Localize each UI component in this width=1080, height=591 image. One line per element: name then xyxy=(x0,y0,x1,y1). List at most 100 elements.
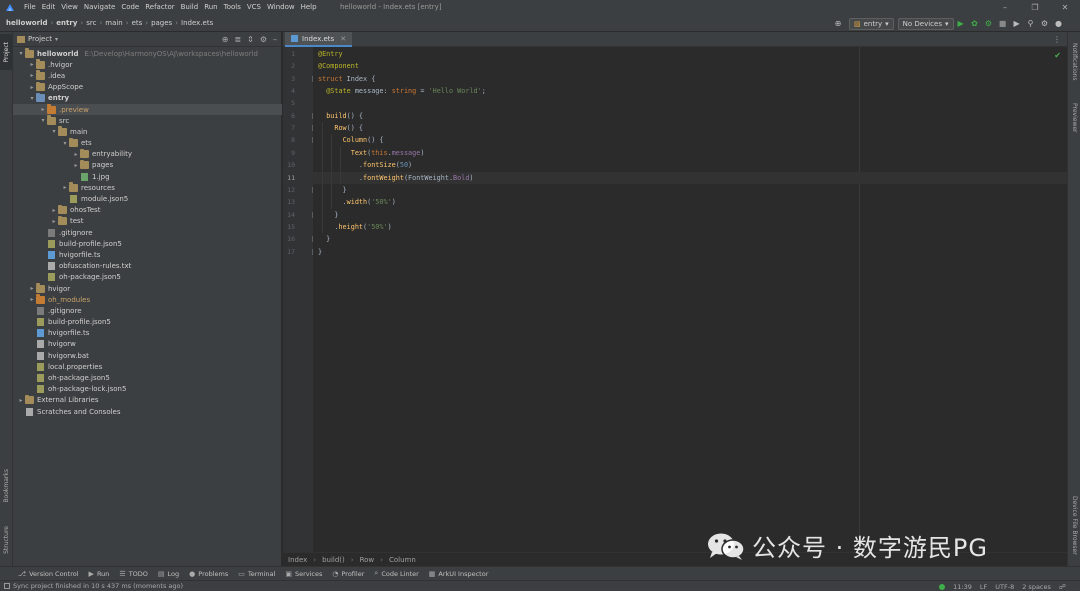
tool-window-run[interactable]: ▶ Run xyxy=(89,570,110,578)
indent-setting[interactable]: 2 spaces xyxy=(1022,583,1051,591)
attach-debugger-icon[interactable]: ⚙ xyxy=(982,17,996,31)
project-tool-tab[interactable]: Project xyxy=(0,34,13,70)
line-number[interactable]: 11 xyxy=(283,174,295,182)
editor-breadcrumb-item[interactable]: build() xyxy=(322,556,345,564)
tool-window-problems[interactable]: ● Problems xyxy=(189,570,228,578)
tree-item[interactable]: local.properties xyxy=(13,361,282,372)
profile-icon[interactable]: ▶ xyxy=(1010,17,1024,31)
chevron-down-icon[interactable]: ▾ xyxy=(28,95,36,102)
tool-window-terminal[interactable]: ▭ Terminal xyxy=(238,570,275,578)
chevron-right-icon[interactable]: ▸ xyxy=(50,207,58,214)
tree-item[interactable]: ▸ test xyxy=(13,215,282,227)
tool-window-services[interactable]: ▣ Services xyxy=(285,570,322,578)
module-select[interactable]: ▨ entry ▾ xyxy=(849,17,894,30)
debug-icon[interactable]: ✿ xyxy=(968,17,982,31)
tree-item[interactable]: ▸ resources xyxy=(13,182,282,193)
locate-file-icon[interactable]: ⊕ xyxy=(222,35,229,44)
tool-window-profiler[interactable]: ◔ Profiler xyxy=(332,570,364,578)
line-number[interactable]: 10 xyxy=(283,161,295,169)
line-number[interactable]: 1 xyxy=(283,50,295,58)
breadcrumb-item[interactable]: Index.ets xyxy=(181,19,213,27)
line-number[interactable]: 15 xyxy=(283,223,295,231)
tree-item[interactable]: ▸ entryability xyxy=(13,148,282,160)
line-number[interactable]: 7 xyxy=(283,124,295,132)
code-editor[interactable]: ✔ @Entry @Component struct Index { @State … xyxy=(313,47,1067,552)
tree-item[interactable]: ▸ AppScope xyxy=(13,81,282,93)
menu-vcs[interactable]: VCS xyxy=(244,0,264,15)
tree-item[interactable]: build-profile.json5 xyxy=(13,317,282,328)
breadcrumb-item[interactable]: ets xyxy=(132,19,143,27)
line-number[interactable]: 9 xyxy=(283,149,295,157)
tree-item[interactable]: hvigorfile.ts xyxy=(13,249,282,260)
device-select[interactable]: No Devices ▾ xyxy=(897,17,954,30)
breadcrumb-item[interactable]: pages xyxy=(151,19,172,27)
tree-item[interactable]: ▸ External Libraries xyxy=(13,394,282,406)
editor-breadcrumb-item[interactable]: Column xyxy=(389,556,416,564)
no-problems-check-icon[interactable]: ✔ xyxy=(1054,51,1061,60)
chevron-right-icon[interactable]: ▸ xyxy=(72,151,80,158)
tree-item[interactable]: ▾ ets xyxy=(13,137,282,149)
menu-run[interactable]: Run xyxy=(201,0,220,15)
chevron-right-icon[interactable]: ▸ xyxy=(28,61,36,68)
menu-file[interactable]: File xyxy=(21,0,39,15)
tree-item[interactable]: ▸ hvigor xyxy=(13,283,282,294)
menu-code[interactable]: Code xyxy=(118,0,142,15)
tree-item[interactable]: ▸ .idea xyxy=(13,70,282,81)
line-number[interactable]: 8 xyxy=(283,136,295,144)
tree-item[interactable]: oh-package.json5 xyxy=(13,272,282,283)
tree-item[interactable]: ▾ helloworld E:\Develop\HarmonyOS\AJ\works… xyxy=(13,48,282,59)
line-number[interactable]: 5 xyxy=(283,99,295,107)
stop-icon[interactable]: ■ xyxy=(996,17,1010,31)
breadcrumb-item[interactable]: helloworld xyxy=(6,19,47,27)
tree-item[interactable]: ▾ src xyxy=(13,115,282,126)
menu-tools[interactable]: Tools xyxy=(221,0,244,15)
menu-view[interactable]: View xyxy=(58,0,81,15)
tree-item[interactable]: ▸ oh_modules xyxy=(13,294,282,305)
bookmarks-tool-tab[interactable]: Bookmarks xyxy=(0,466,13,506)
line-number[interactable]: 17 xyxy=(283,248,295,256)
chevron-right-icon[interactable]: ▸ xyxy=(72,162,80,169)
tree-item[interactable]: .gitignore xyxy=(13,305,282,316)
editor-breadcrumb-item[interactable]: Row xyxy=(360,556,375,564)
tree-item[interactable]: ▸ .preview xyxy=(13,103,282,116)
tab-index-ets[interactable]: Index.ets ✕ xyxy=(285,32,353,47)
breadcrumb-item[interactable]: main xyxy=(105,19,123,27)
tree-item[interactable]: .gitignore xyxy=(13,227,282,238)
hide-panel-icon[interactable]: – xyxy=(273,35,277,44)
chevron-right-icon[interactable]: ▸ xyxy=(39,106,47,113)
chevron-down-icon[interactable]: ▾ xyxy=(17,50,25,57)
line-number[interactable]: 2 xyxy=(283,62,295,70)
tool-window-code-linter[interactable]: ⌕ Code Linter xyxy=(374,569,418,578)
lock-icon[interactable]: ☍ xyxy=(1059,583,1066,591)
gear-icon[interactable]: ⚙ xyxy=(260,35,267,44)
menu-navigate[interactable]: Navigate xyxy=(81,0,118,15)
tree-item[interactable]: Scratches and Consoles xyxy=(13,406,282,417)
line-number[interactable]: 6 xyxy=(283,112,295,120)
menu-edit[interactable]: Edit xyxy=(39,0,59,15)
chevron-right-icon[interactable]: ▸ xyxy=(28,296,36,303)
tree-item[interactable]: ▾ main xyxy=(13,126,282,137)
target-icon[interactable]: ⊕ xyxy=(831,17,845,31)
chevron-right-icon[interactable]: ▸ xyxy=(28,285,36,292)
previewer-tool-tab[interactable]: Previewer xyxy=(1068,98,1080,138)
line-number[interactable]: 12 xyxy=(283,186,295,194)
hide-icon[interactable]: ● xyxy=(1052,17,1066,31)
breadcrumb-item[interactable]: src xyxy=(86,19,96,27)
breadcrumb-item[interactable]: entry xyxy=(56,19,77,27)
tree-item[interactable]: 1.jpg xyxy=(13,171,282,182)
status-message[interactable]: Sync project finished in 10 s 437 ms (mo… xyxy=(4,582,183,590)
tree-item[interactable]: ▾ entry xyxy=(13,92,282,104)
maximize-button[interactable]: ❐ xyxy=(1020,0,1050,15)
caret-position[interactable]: 11:39 xyxy=(953,583,972,591)
chevron-right-icon[interactable]: ▸ xyxy=(50,218,58,225)
line-ending[interactable]: LF xyxy=(980,583,987,591)
tree-item[interactable]: obfuscation-rules.txt xyxy=(13,261,282,272)
notifications-tool-tab[interactable]: Notifications xyxy=(1068,36,1080,88)
close-window-button[interactable]: ✕ xyxy=(1050,0,1080,15)
tree-item[interactable]: module.json5 xyxy=(13,193,282,204)
device-file-browser-tool-tab[interactable]: Device File Browser xyxy=(1068,490,1080,560)
line-number[interactable]: 14 xyxy=(283,211,295,219)
tree-item[interactable]: ▸ ohosTest xyxy=(13,204,282,216)
close-icon[interactable]: ✕ xyxy=(340,35,346,43)
more-icon[interactable]: ⋮ xyxy=(1053,32,1061,47)
